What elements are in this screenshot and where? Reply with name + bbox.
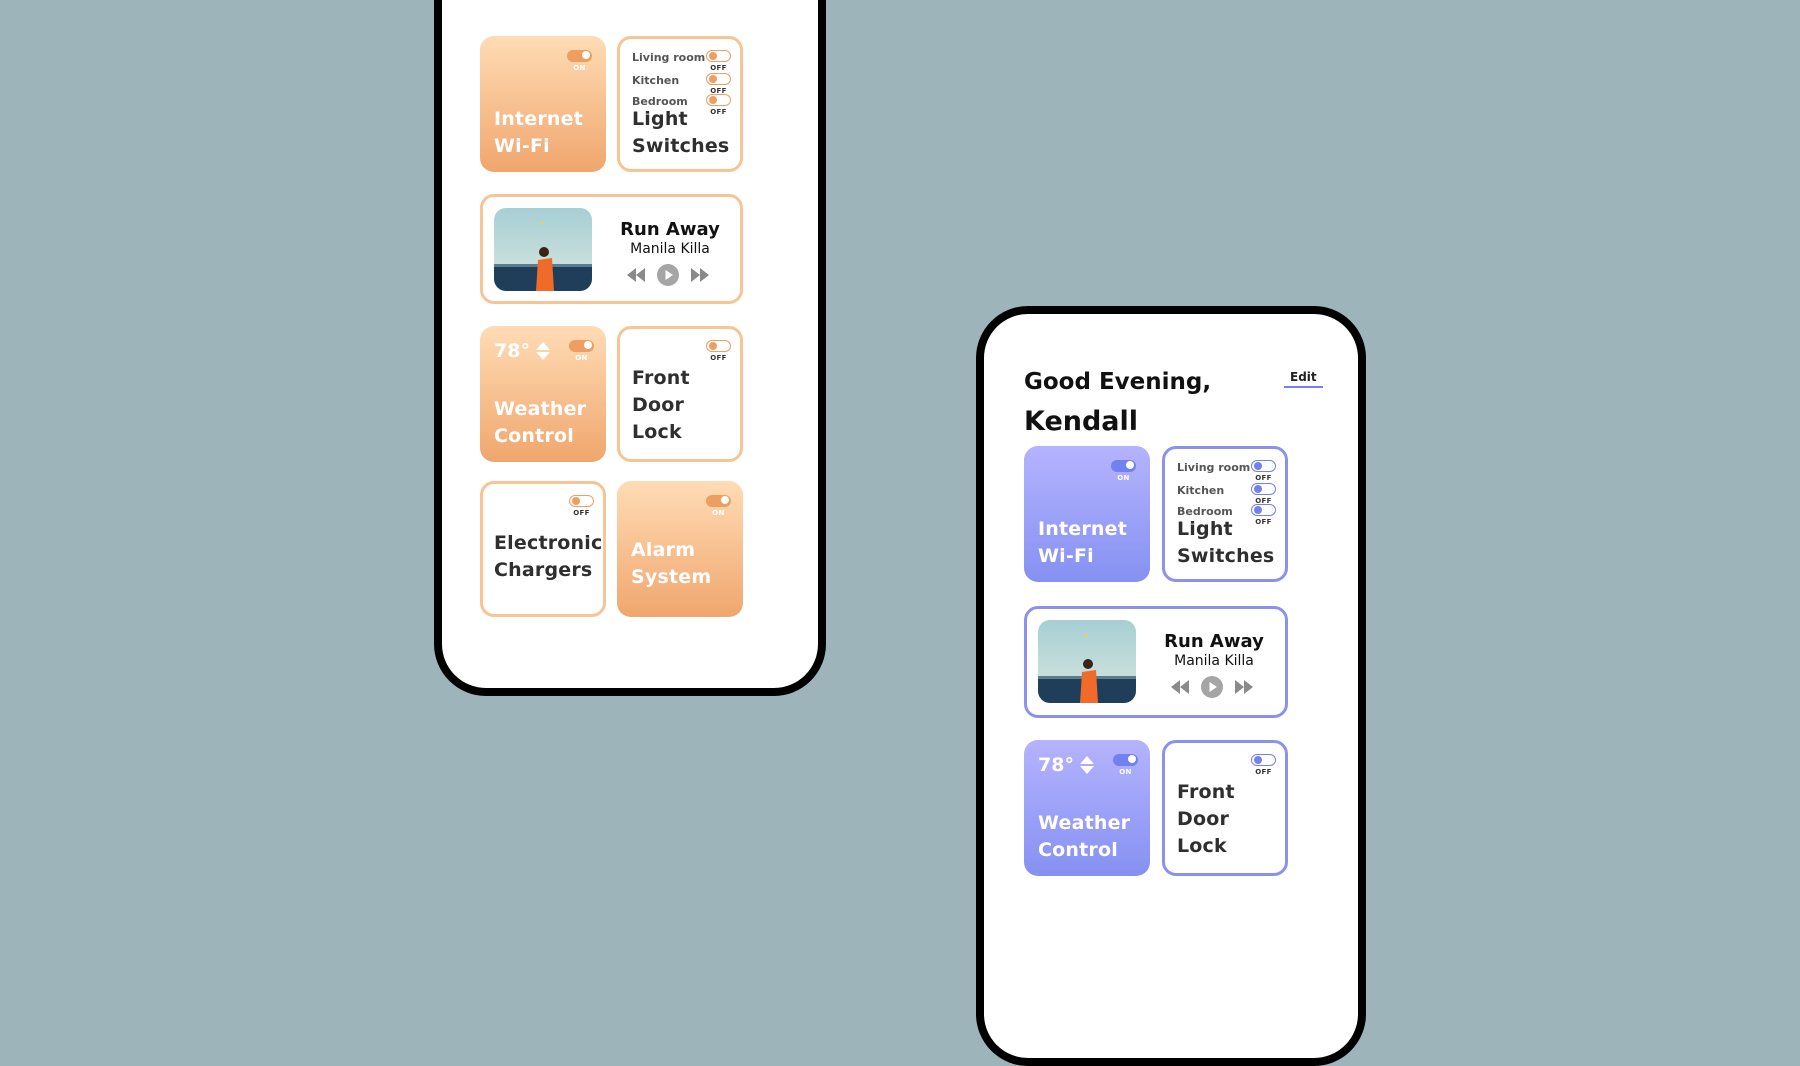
weather-toggle[interactable]: ON	[1113, 754, 1138, 776]
kitchen-toggle[interactable]: OFF	[706, 73, 731, 95]
weather-control-card[interactable]: 78° ON Weather Control	[480, 326, 606, 462]
light-switches-card: Living room OFF Kitchen OFF Bedroom OFF …	[617, 36, 743, 172]
weather-control-card[interactable]: 78° ON Weather Control	[1024, 740, 1150, 876]
wifi-title: Internet Wi-Fi	[494, 108, 584, 157]
wifi-toggle[interactable]: ON	[567, 50, 592, 72]
wifi-toggle[interactable]: ON	[1111, 460, 1136, 482]
fast-forward-icon	[1235, 680, 1253, 694]
playback-controls	[627, 264, 709, 286]
living-room-toggle[interactable]: OFF	[1251, 460, 1276, 482]
rewind-button[interactable]	[627, 268, 645, 282]
fast-forward-button[interactable]	[691, 268, 709, 282]
fast-forward-button[interactable]	[1235, 680, 1253, 694]
chargers-title: Electronic Chargers	[494, 532, 603, 581]
track-title: Run Away	[620, 219, 720, 240]
album-art	[494, 208, 592, 291]
room-label-kitchen: Kitchen	[1177, 484, 1225, 497]
front-door-lock-card: OFF Front Door Lock	[617, 326, 743, 462]
room-label-living: Living room	[632, 51, 706, 64]
play-icon	[1201, 676, 1223, 698]
rewind-icon	[627, 268, 645, 282]
temperature-up-icon[interactable]	[535, 342, 550, 350]
track-artist: Manila Killa	[1174, 653, 1254, 669]
alarm-system-card[interactable]: ON Alarm System	[617, 481, 743, 617]
living-room-toggle[interactable]: OFF	[706, 50, 731, 72]
temperature-display: 78°	[494, 340, 550, 362]
door-lock-toggle[interactable]: OFF	[1251, 754, 1276, 776]
edit-button[interactable]: Edit	[1284, 370, 1323, 388]
play-icon	[657, 264, 679, 286]
weather-title: Weather Control	[1038, 812, 1131, 861]
kitchen-toggle[interactable]: OFF	[1251, 483, 1276, 505]
weather-title: Weather Control	[494, 398, 587, 447]
album-art	[1038, 620, 1136, 703]
room-label-kitchen: Kitchen	[632, 74, 680, 87]
chargers-toggle[interactable]: OFF	[569, 495, 594, 517]
door-lock-title: Front Door Lock	[632, 367, 690, 443]
greeting-heading: Good Evening, Kendall	[1024, 369, 1212, 437]
room-label-living: Living room	[1177, 461, 1251, 474]
track-title: Run Away	[1164, 631, 1264, 652]
music-player-card: Run Away Manila Killa	[480, 194, 743, 304]
wifi-card[interactable]: ON Internet Wi-Fi	[1024, 446, 1150, 582]
temperature-up-icon[interactable]	[1079, 756, 1094, 764]
playback-controls	[1171, 676, 1253, 698]
rewind-icon	[1171, 680, 1189, 694]
wifi-card[interactable]: ON Internet Wi-Fi	[480, 36, 606, 172]
door-lock-title: Front Door Lock	[1177, 781, 1235, 857]
temperature-down-icon[interactable]	[1079, 766, 1094, 774]
fast-forward-icon	[691, 268, 709, 282]
wifi-title: Internet Wi-Fi	[1038, 518, 1128, 567]
alarm-toggle[interactable]: ON	[706, 495, 731, 517]
temperature-down-icon[interactable]	[535, 352, 550, 360]
temperature-stepper[interactable]	[1079, 756, 1094, 774]
front-door-lock-card: OFF Front Door Lock	[1162, 740, 1288, 876]
light-switches-title: Light Switches	[1177, 518, 1275, 567]
electronic-chargers-card: OFF Electronic Chargers	[480, 481, 606, 617]
rewind-button[interactable]	[1171, 680, 1189, 694]
weather-toggle[interactable]: ON	[569, 340, 594, 362]
temperature-display: 78°	[1038, 754, 1094, 776]
track-artist: Manila Killa	[630, 241, 710, 257]
phone-purple-theme: Good Evening, Kendall Edit ON Internet W…	[976, 306, 1366, 1066]
music-player-card: Run Away Manila Killa	[1024, 606, 1288, 718]
phone-orange-theme: ON Internet Wi-Fi Living room OFF Kitche…	[434, 0, 826, 696]
alarm-title: Alarm System	[631, 539, 712, 588]
play-button[interactable]	[657, 264, 679, 286]
temperature-stepper[interactable]	[535, 342, 550, 360]
play-button[interactable]	[1201, 676, 1223, 698]
light-switches-card: Living room OFF Kitchen OFF Bedroom OFF …	[1162, 446, 1288, 582]
light-switches-title: Light Switches	[632, 108, 730, 157]
door-lock-toggle[interactable]: OFF	[706, 340, 731, 362]
